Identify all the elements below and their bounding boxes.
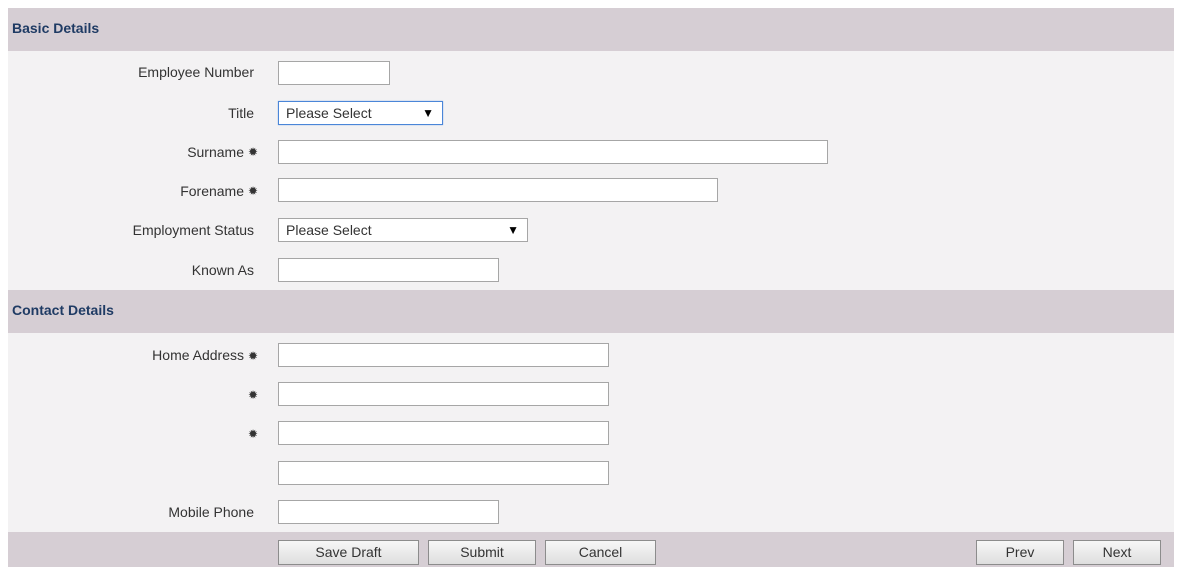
action-bar: Save Draft Submit Cancel Prev Next <box>8 532 1174 567</box>
forename-required-icon: ✹ <box>248 184 259 198</box>
mobile-phone-label: Mobile Phone <box>168 504 254 520</box>
home-address-line2-input[interactable] <box>278 382 609 406</box>
address-line2-required-icon: ✹ <box>248 388 259 402</box>
employment-status-select-value: Please Select <box>286 222 372 238</box>
form-container: Basic Details Employee Number Title Plea… <box>8 8 1174 567</box>
prev-button[interactable]: Prev <box>976 540 1064 565</box>
surname-required-icon: ✹ <box>248 145 259 159</box>
home-address-label: Home Address <box>152 347 244 363</box>
contact-details-header: Contact Details <box>8 290 1174 333</box>
address-line3-required-icon: ✹ <box>248 427 259 441</box>
save-draft-button[interactable]: Save Draft <box>278 540 419 565</box>
surname-input[interactable] <box>278 140 828 164</box>
submit-button[interactable]: Submit <box>428 540 536 565</box>
contact-details-title: Contact Details <box>12 302 114 318</box>
title-select-value: Please Select <box>286 105 372 121</box>
home-address-required-icon: ✹ <box>248 349 259 363</box>
chevron-down-icon: ▼ <box>422 106 434 120</box>
forename-label: Forename <box>180 183 244 199</box>
mobile-phone-input[interactable] <box>278 500 499 524</box>
title-select[interactable]: Please Select ▼ <box>278 101 443 125</box>
chevron-down-icon: ▼ <box>507 223 519 237</box>
forename-input[interactable] <box>278 178 718 202</box>
title-label: Title <box>228 105 254 121</box>
employment-status-select[interactable]: Please Select ▼ <box>278 218 528 242</box>
cancel-button[interactable]: Cancel <box>545 540 656 565</box>
basic-details-title: Basic Details <box>12 20 100 36</box>
employment-status-label: Employment Status <box>132 222 254 238</box>
next-button[interactable]: Next <box>1073 540 1161 565</box>
home-address-line4-input[interactable] <box>278 461 609 485</box>
employee-number-label: Employee Number <box>138 64 254 80</box>
home-address-line3-input[interactable] <box>278 421 609 445</box>
basic-details-header: Basic Details <box>8 8 1174 51</box>
home-address-line1-input[interactable] <box>278 343 609 367</box>
employee-number-input[interactable] <box>278 61 390 85</box>
surname-label: Surname <box>187 144 244 160</box>
known-as-label: Known As <box>191 262 254 278</box>
known-as-input[interactable] <box>278 258 499 282</box>
